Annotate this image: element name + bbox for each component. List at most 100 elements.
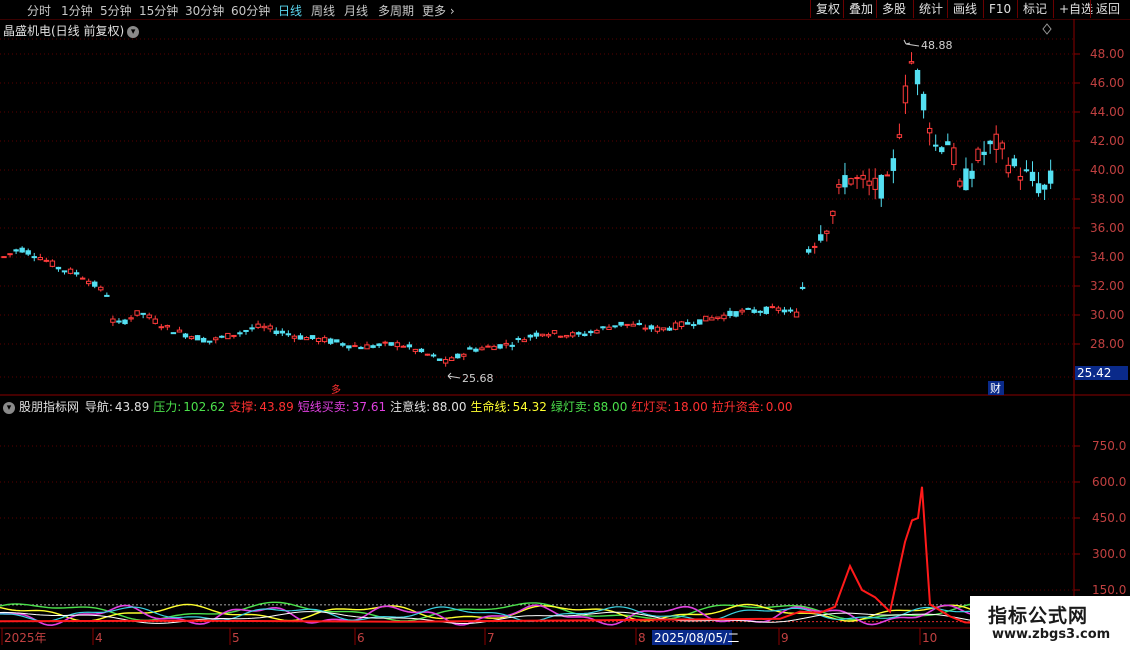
chevron-down-icon[interactable]: ▾	[127, 25, 140, 38]
candle-body	[793, 311, 800, 318]
toolbar-button[interactable]: 统计	[913, 0, 947, 18]
candle-body	[303, 337, 310, 341]
price-tick-label: 48.00	[1090, 47, 1124, 61]
candle-body	[624, 323, 630, 326]
indicator-value: 导航: 43.89	[85, 400, 151, 414]
candle-body	[630, 323, 636, 327]
candle-body	[358, 346, 364, 350]
candle-body	[721, 314, 727, 320]
candle-body	[285, 333, 292, 336]
candle-body	[37, 257, 43, 261]
toolbar: 分时 1分钟 5分钟 15分钟 30分钟 60分钟 日线 周线 月线 多周期 更多 › 复权 叠加 多股…	[0, 0, 1130, 20]
candle-body	[636, 322, 642, 326]
toolbar-button[interactable]: 叠加	[843, 0, 876, 18]
candle-body	[1023, 169, 1030, 172]
candle-body	[751, 309, 757, 313]
candle-body	[98, 286, 104, 291]
candle-body	[521, 339, 527, 343]
price-tick-label: 30.00	[1090, 308, 1124, 322]
candle-body	[757, 310, 763, 313]
candle-body	[279, 330, 286, 334]
candle-body	[860, 174, 866, 180]
chart-title-area: 晶盛机电(日线 前复权) ▾	[3, 22, 140, 39]
high-pointer-line	[905, 43, 920, 47]
candle-body	[273, 330, 279, 334]
candle-body	[309, 335, 316, 339]
candle-body	[951, 147, 957, 166]
kline-chart[interactable]: 48.8825.68财多 48.0046.0044.0042.0040.0038…	[0, 0, 1130, 650]
candle-body	[1041, 184, 1048, 190]
candle-body	[128, 317, 134, 320]
candle-body	[594, 329, 600, 334]
candle-body	[255, 323, 261, 328]
toolbar-button[interactable]: 复权	[810, 0, 843, 18]
toolbar-button[interactable]: 画线	[947, 0, 983, 18]
timeframe-tab[interactable]: 15分钟	[139, 2, 178, 19]
candle-body	[455, 353, 461, 359]
date-label: 4	[95, 631, 103, 645]
candle-body	[406, 344, 413, 348]
cyan-line	[0, 606, 1001, 622]
candle-body	[787, 309, 794, 312]
magenta-line	[0, 604, 1001, 627]
candle-body	[13, 249, 19, 252]
toolbar-button[interactable]: 多股	[876, 0, 913, 18]
timeframe-tab[interactable]: 多周期	[378, 2, 414, 19]
candle-body	[92, 281, 98, 287]
price-tick-label: 42.00	[1090, 134, 1124, 148]
candle-body	[1017, 175, 1024, 181]
candle-body	[418, 348, 425, 353]
candle-body	[485, 345, 491, 348]
toolbar-button[interactable]: +自选	[1053, 0, 1093, 18]
candle-body	[684, 322, 691, 325]
timeframe-tab[interactable]: 30分钟	[185, 2, 224, 19]
indicator-number: 0.00	[765, 400, 793, 414]
candle-body	[297, 335, 304, 340]
fin-marker-box	[988, 381, 1004, 395]
indicator-number: 43.89	[259, 400, 294, 414]
timeframe-tab[interactable]: 周线	[311, 2, 335, 19]
timeframe-tab[interactable]: 更多 ›	[422, 2, 455, 19]
candle-body	[582, 333, 588, 337]
candle-body	[848, 178, 854, 185]
candle-body	[999, 142, 1005, 150]
candle-body	[872, 177, 878, 190]
candle-body	[563, 334, 570, 338]
candle-body	[799, 286, 806, 289]
candle-body	[775, 307, 782, 311]
candle-body	[7, 253, 13, 256]
candle-body	[739, 309, 745, 313]
indicator-value: 绿灯卖: 88.00	[551, 400, 629, 414]
chevron-down-icon[interactable]: ▾	[3, 401, 15, 414]
candle-body	[606, 326, 612, 330]
high-price-label: 48.88	[921, 39, 953, 52]
candle-body	[987, 140, 993, 145]
candle-body	[600, 326, 606, 329]
candle-body	[479, 347, 485, 351]
candle-body	[346, 345, 352, 349]
candle-body	[146, 314, 152, 319]
timeframe-tab[interactable]: 5分钟	[100, 2, 132, 19]
candle-body	[878, 174, 884, 199]
price-tag-box	[1075, 366, 1128, 380]
candle-body	[352, 345, 358, 348]
timeframe-tab[interactable]: 月线	[344, 2, 368, 19]
indicator-label: 压力:	[153, 400, 182, 414]
candle-body	[969, 170, 975, 179]
toolbar-button[interactable]: 标记	[1017, 0, 1053, 18]
candle-body	[49, 260, 56, 267]
candle-body	[164, 325, 171, 328]
candle-body	[926, 127, 933, 134]
timeframe-tab[interactable]: 分时	[27, 2, 51, 19]
watermark-url: www.zbgs3.com	[992, 627, 1111, 642]
date-label: 9	[781, 631, 789, 645]
candle-body	[557, 335, 564, 338]
timeframe-tab[interactable]: 1分钟	[61, 2, 93, 19]
timeframe-tab[interactable]: 日线	[278, 2, 302, 19]
toolbar-button[interactable]: 返回	[1090, 0, 1126, 18]
toolbar-button[interactable]: F10	[983, 0, 1017, 18]
indicator-label: 生命线:	[470, 400, 511, 414]
timeframe-tab[interactable]: 60分钟	[231, 2, 270, 19]
date-label: 2025年	[4, 631, 47, 645]
indicator-header: ▾ 股朋指标网 导航: 43.89 压力: 102.62 支撑: 43.89 短线买卖: 37.…	[3, 398, 799, 415]
